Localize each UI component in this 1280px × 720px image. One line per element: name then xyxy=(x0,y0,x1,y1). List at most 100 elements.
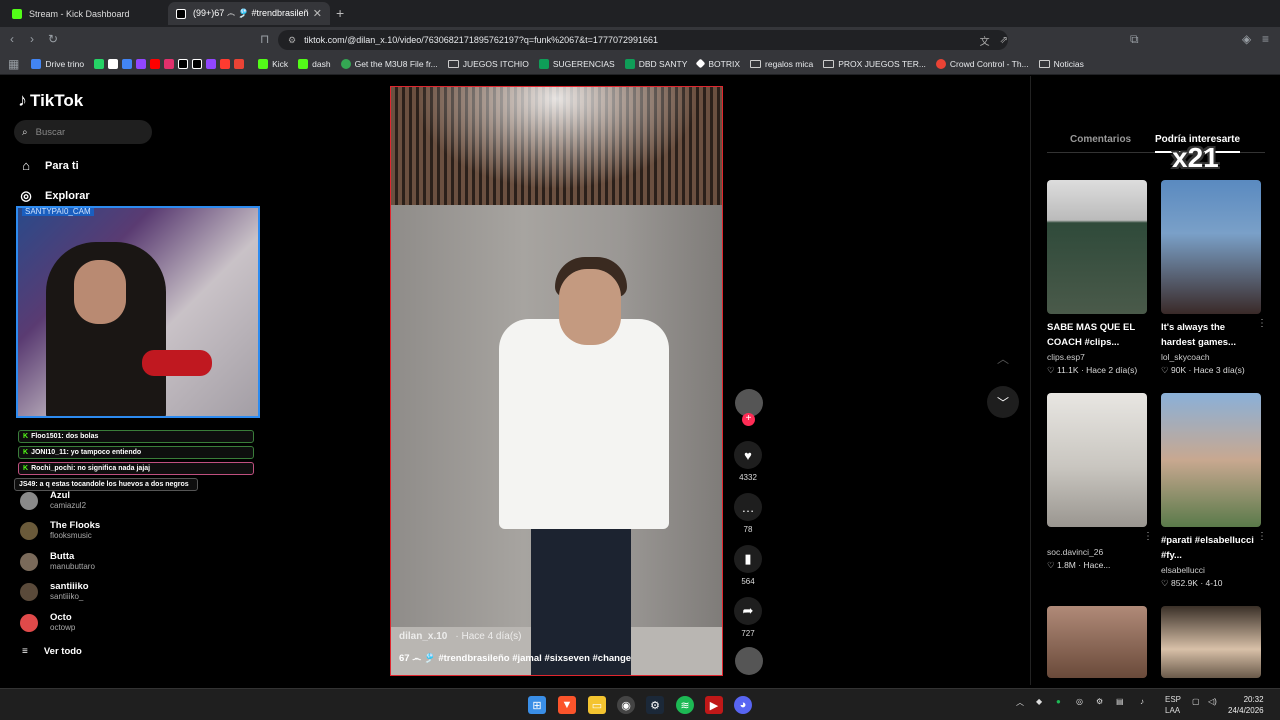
discord-icon[interactable]: ◕ xyxy=(734,696,752,714)
windows-start-icon[interactable]: ⊞ xyxy=(528,696,546,714)
instagram-icon xyxy=(164,58,175,69)
obs-icon[interactable]: ◉ xyxy=(617,696,635,714)
video-card[interactable]: #parati #elsabellucci #fy... elsabellucc… xyxy=(1161,393,1267,589)
spotify-tray-icon[interactable]: ● xyxy=(1056,697,1061,706)
card-title: #parati #elsabellucci #fy... xyxy=(1161,535,1254,561)
tab-title: (99+)67 ෴ 🎐 #trendbrasileño #jamal xyxy=(193,8,309,18)
bookmark-folder[interactable]: Noticias xyxy=(1038,59,1084,69)
bookmark-item[interactable]: Get the M3U8 File fr... xyxy=(340,58,438,69)
bookmark-icon: ▮ xyxy=(734,545,762,573)
back-icon[interactable]: ‹ xyxy=(10,32,14,46)
followed-account[interactable]: Azul camiazul2 xyxy=(20,490,86,511)
followed-account[interactable]: The Flooks flooksmusic xyxy=(20,520,100,541)
tray-app-icon[interactable]: ⚙ xyxy=(1096,697,1103,706)
music-disc-icon[interactable] xyxy=(735,647,763,675)
like-button[interactable]: ♥ 4332 xyxy=(732,441,764,482)
translate-icon[interactable]: 文 xyxy=(980,33,990,48)
followed-account[interactable]: Octo octowp xyxy=(20,612,75,633)
file-explorer-icon[interactable]: ▭ xyxy=(588,696,606,714)
home-icon: ⌂ xyxy=(22,158,30,173)
kick-badge-icon: K xyxy=(23,465,29,472)
reload-icon[interactable]: ↻ xyxy=(48,32,58,46)
next-video-button[interactable]: ﹀ xyxy=(987,386,1019,418)
tiktok-logo[interactable]: ♪ TikTok xyxy=(18,90,83,111)
video-player[interactable]: dilan_x.10 · Hace 4 día(s) 67 ෴ 🎐 #trendb… xyxy=(390,86,723,676)
more-options-icon[interactable]: ⋮ xyxy=(1257,531,1267,542)
forward-icon[interactable]: › xyxy=(30,32,34,46)
bookmark-item[interactable]: DBD SANTY xyxy=(624,58,687,69)
volume-icon[interactable]: ◁) xyxy=(1208,697,1217,706)
video-card[interactable] xyxy=(1047,606,1147,678)
video-card[interactable] xyxy=(1161,606,1261,678)
brave-browser-icon[interactable]: ▼ xyxy=(558,696,576,714)
system-clock[interactable]: 20:32 24/4/2026 xyxy=(1228,694,1264,716)
share-icon[interactable]: ⇗ xyxy=(1000,35,1008,46)
more-options-icon[interactable]: ⋮ xyxy=(1143,531,1153,542)
chat-message: K Rochi_pochi: no significa nada jajaj xyxy=(18,462,254,475)
bookmark-item[interactable]: dash xyxy=(298,58,331,69)
video-thumbnail xyxy=(1161,393,1261,527)
video-thumbnail xyxy=(1047,606,1147,678)
tray-app-icon[interactable]: ◎ xyxy=(1076,697,1083,706)
tray-app-icon[interactable]: ◆ xyxy=(1036,697,1042,706)
browser-tab-tiktok[interactable]: (99+)67 ෴ 🎐 #trendbrasileño #jamal ✕ xyxy=(168,2,330,25)
previous-video-button[interactable]: ︿ xyxy=(987,342,1019,374)
tray-overflow-icon[interactable]: ︿ xyxy=(1016,697,1024,708)
avatar xyxy=(20,613,38,632)
nav-item-para-ti[interactable]: ⌂ Para ti xyxy=(18,158,79,173)
follow-plus-icon[interactable]: + xyxy=(742,413,755,426)
network-icon[interactable]: ▢ xyxy=(1192,697,1200,706)
video-card[interactable]: SABE MAS QUE EL COACH #clips... clips.es… xyxy=(1047,180,1147,376)
followed-account[interactable]: santiiiko santiiiko_ xyxy=(20,581,89,602)
save-button[interactable]: ▮ 564 xyxy=(732,545,764,586)
video-card[interactable]: soc.davinci_26 ♡ 1.8M · Hace... ⋮ xyxy=(1047,393,1153,571)
heart-icon: ♡ xyxy=(1047,560,1057,570)
plus-icon[interactable]: + xyxy=(336,5,344,21)
video-thumbnail xyxy=(1161,180,1261,314)
language-indicator[interactable]: ESP LAA xyxy=(1165,694,1181,716)
share-button[interactable]: ➦ 727 xyxy=(732,597,764,638)
kick-badge-icon: K xyxy=(23,449,29,456)
bookmark-item[interactable]: SUGERENCIAS xyxy=(538,58,615,69)
nav-item-explorar[interactable]: ◎ Explorar xyxy=(18,188,89,204)
apps-grid-icon[interactable]: ▦ xyxy=(8,57,19,71)
media-player-icon[interactable]: ▶ xyxy=(705,696,723,714)
followed-account[interactable]: Butta manubuttaro xyxy=(20,551,95,572)
video-description[interactable]: 67 ෴ 🎐 #trendbrasileño #jamal #sixseven … xyxy=(399,653,631,664)
ver-todo-button[interactable]: ≡ Ver todo xyxy=(22,646,82,657)
video-author[interactable]: dilan_x.10 xyxy=(399,631,447,642)
address-bar[interactable]: ⚙ tiktok.com/@dilan_x.10/video/763068217… xyxy=(278,30,1008,50)
search-input[interactable]: ⌕ Buscar xyxy=(14,120,152,144)
vpn-icon[interactable]: ◈ xyxy=(1242,32,1251,46)
spotify-icon[interactable]: ≋ xyxy=(676,696,694,714)
bookmark-folder[interactable]: regalos mica xyxy=(750,59,813,69)
url-text: tiktok.com/@dilan_x.10/video/76306821718… xyxy=(304,35,659,45)
comment-icon: … xyxy=(734,493,762,521)
site-info-icon[interactable]: ⚙ xyxy=(288,35,296,46)
bookmark-icons[interactable] xyxy=(94,58,248,69)
video-card[interactable]: It's always the hardest games... lol_sky… xyxy=(1161,180,1267,376)
bookmark-folder[interactable]: JUEGOS ITCHIO xyxy=(447,59,529,69)
bookmark-item[interactable]: BOTRIX xyxy=(695,59,740,69)
comment-button[interactable]: … 78 xyxy=(732,493,764,534)
card-stats: ♡ 852.9K · 4-10 xyxy=(1161,578,1223,588)
bookmark-icon xyxy=(220,58,231,69)
microphone-tray-icon[interactable]: ♪ xyxy=(1140,697,1144,706)
bookmark-item[interactable]: Crowd Control - Th... xyxy=(935,58,1029,69)
tab-comentarios[interactable]: Comentarios xyxy=(1070,134,1131,145)
close-tab-icon[interactable]: ✕ xyxy=(313,7,322,20)
extensions-icon[interactable]: ⧉ xyxy=(1130,32,1139,47)
chevron-down-icon: ﹀ xyxy=(996,395,1009,410)
menu-icon[interactable]: ≡ xyxy=(1262,32,1269,46)
bookmark-item[interactable]: Drive trino xyxy=(31,58,84,69)
bookmark-icon[interactable]: ⊓ xyxy=(260,32,269,46)
browser-tab-kick[interactable]: Stream - Kick Dashboard xyxy=(4,2,164,25)
tiktok-page: ♪ TikTok ⌕ Buscar ⌂ Para ti ◎ Explorar S… xyxy=(0,76,1280,685)
video-author-line[interactable]: dilan_x.10 · Hace 4 día(s) xyxy=(399,631,522,642)
card-user: elsabellucci xyxy=(1161,565,1205,575)
steam-icon[interactable]: ⚙ xyxy=(646,696,664,714)
more-options-icon[interactable]: ⋮ xyxy=(1257,318,1267,329)
bookmark-item[interactable]: Kick xyxy=(258,58,288,69)
bookmark-folder[interactable]: PROX JUEGOS TER... xyxy=(823,59,926,69)
tray-app-icon[interactable]: ▤ xyxy=(1116,697,1124,706)
